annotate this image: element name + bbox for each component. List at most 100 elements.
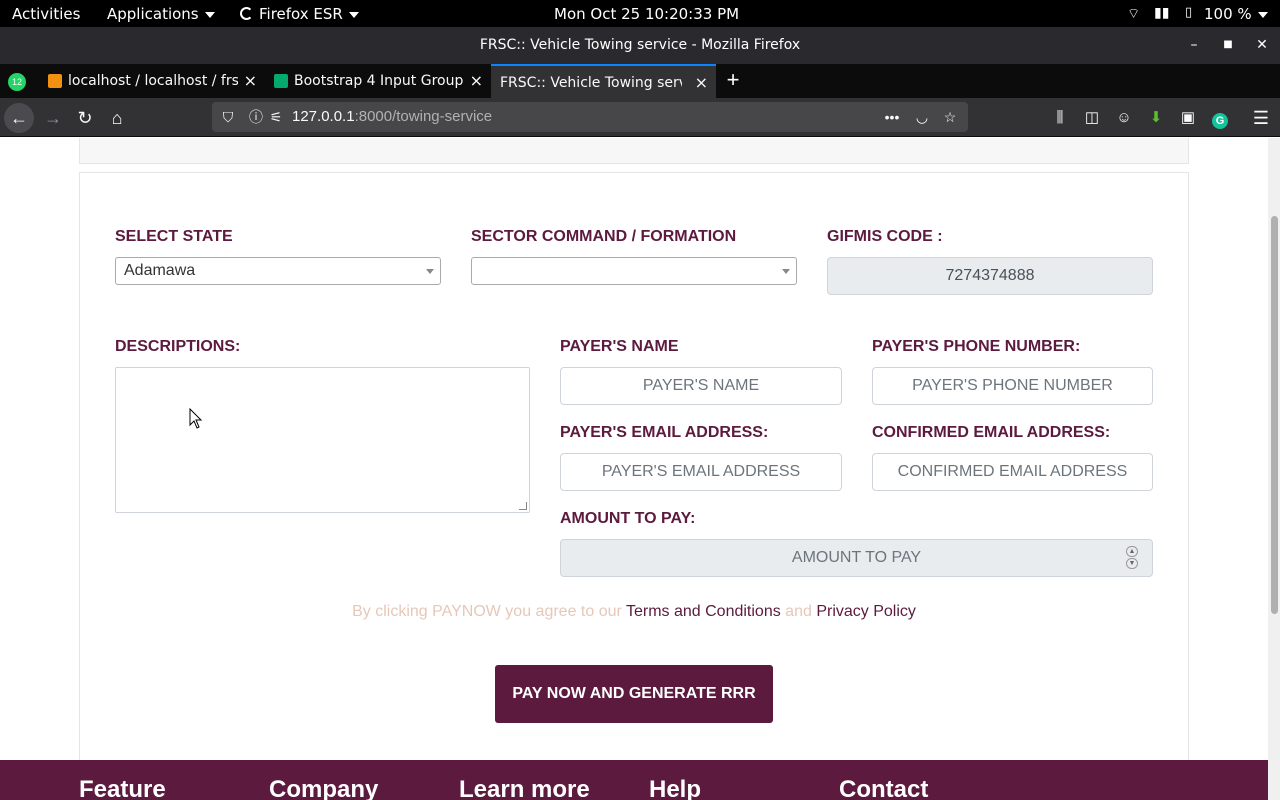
- pay-now-button[interactable]: PAY NOW AND GENERATE RRR: [495, 665, 773, 723]
- sidebar-icon[interactable]: ◫: [1077, 103, 1107, 133]
- footer-heading-learn-more: Learn more: [459, 776, 590, 800]
- state-selected-value: Adamawa: [124, 262, 196, 279]
- payer-phone-input[interactable]: PAYER'S PHONE NUMBER: [872, 367, 1153, 405]
- pocket-icon[interactable]: ◡: [912, 107, 932, 127]
- info-icon[interactable]: ⓘ: [246, 107, 266, 127]
- gifmis-label: GIFMIS CODE :: [827, 228, 943, 245]
- applications-menu[interactable]: Applications: [107, 5, 215, 23]
- chevron-down-icon: [1257, 11, 1268, 18]
- page-scrollbar[interactable]: [1268, 138, 1280, 800]
- amount-input[interactable]: AMOUNT TO PAY ▲ ▼: [560, 539, 1153, 577]
- reload-button[interactable]: ↻: [70, 103, 100, 133]
- address-bar[interactable]: ⛉ ⓘ ⚟ 127.0.0.1:8000/towing-service ••• …: [212, 102, 968, 132]
- terms-and: and: [780, 603, 817, 620]
- confirm-email-label: CONFIRMED EMAIL ADDRESS:: [872, 424, 1111, 441]
- firefox-icon: [240, 7, 253, 20]
- footer-heading-help: Help: [649, 776, 702, 800]
- card-header: [79, 138, 1189, 164]
- amount-placeholder: AMOUNT TO PAY: [791, 549, 922, 566]
- terms-prefix: By clicking PAYNOW you agree to our: [352, 603, 626, 620]
- payer-phone-label: PAYER'S PHONE NUMBER:: [872, 338, 1081, 355]
- descriptions-label: DESCRIPTIONS:: [115, 338, 241, 355]
- chevron-down-icon: [426, 269, 434, 274]
- tab-label: FRSC:: Vehicle Towing service: [500, 75, 682, 91]
- new-tab-button[interactable]: +: [720, 67, 746, 93]
- payer-name-input[interactable]: PAYER'S NAME: [560, 367, 842, 405]
- tab-phpmyadmin[interactable]: localhost / localhost / frsc ×: [40, 64, 265, 98]
- pinned-tab-whatsapp[interactable]: 12: [8, 73, 26, 91]
- wifi-icon[interactable]: ⌔: [1127, 5, 1140, 23]
- chevron-down-icon[interactable]: ▼: [1126, 558, 1138, 569]
- applications-label: Applications: [107, 5, 199, 23]
- close-tab-icon[interactable]: ×: [695, 66, 708, 98]
- state-select[interactable]: Adamawa: [115, 257, 441, 285]
- chevron-down-icon: [204, 11, 215, 18]
- battery-icon[interactable]: ▯: [1185, 5, 1192, 20]
- resize-handle-icon[interactable]: [519, 502, 527, 510]
- confirm-email-input[interactable]: CONFIRMED EMAIL ADDRESS: [872, 453, 1153, 491]
- close-tab-icon[interactable]: ×: [470, 64, 483, 98]
- payer-name-label: PAYER'S NAME: [560, 338, 679, 355]
- clock[interactable]: Mon Oct 25 10:20:33 PM: [554, 5, 739, 23]
- tab-label: Bootstrap 4 Input Groups: [294, 73, 464, 89]
- tab-label: localhost / localhost / frsc: [68, 73, 238, 89]
- amount-label: AMOUNT TO PAY:: [560, 510, 696, 527]
- terms-link[interactable]: Terms and Conditions: [626, 603, 781, 620]
- battery-percentage[interactable]: 100 %: [1204, 5, 1268, 23]
- payer-email-input[interactable]: PAYER'S EMAIL ADDRESS: [560, 453, 842, 491]
- tab-strip: 12 localhost / localhost / frsc × Bootst…: [0, 64, 1280, 98]
- footer-heading-company: Company: [269, 776, 379, 800]
- site-footer: Feature Company Learn more Help Contact: [0, 760, 1268, 800]
- phpmyadmin-icon: [48, 74, 62, 88]
- scrollbar-thumb[interactable]: [1271, 216, 1278, 614]
- extension-icon[interactable]: ▣: [1173, 103, 1203, 133]
- sector-label: SECTOR COMMAND / FORMATION: [471, 228, 737, 245]
- chevron-up-icon[interactable]: ▲: [1126, 546, 1138, 557]
- home-button[interactable]: ⌂: [102, 103, 132, 133]
- window-titlebar: FRSC:: Vehicle Towing service - Mozilla …: [0, 27, 1280, 64]
- url-text[interactable]: 127.0.0.1:8000/towing-service: [292, 108, 492, 125]
- download-icon[interactable]: ⬇: [1141, 103, 1171, 133]
- permissions-icon[interactable]: ⚟: [266, 107, 286, 127]
- terms-notice: By clicking PAYNOW you agree to our Term…: [0, 603, 1268, 621]
- forward-button[interactable]: →: [38, 103, 68, 133]
- tab-towing-service[interactable]: FRSC:: Vehicle Towing service ×: [491, 64, 716, 98]
- state-label: SELECT STATE: [115, 228, 233, 245]
- w3schools-icon: [274, 74, 288, 88]
- number-spinner[interactable]: ▲ ▼: [1126, 546, 1138, 570]
- hamburger-menu-icon[interactable]: ☰: [1246, 103, 1276, 133]
- chevron-down-icon: [348, 11, 359, 18]
- url-path: :8000/towing-service: [354, 108, 493, 125]
- volume-icon[interactable]: ▮▮: [1154, 5, 1169, 21]
- footer-heading-contact: Contact: [839, 776, 929, 800]
- mouse-cursor-icon: [189, 408, 203, 429]
- maximize-icon[interactable]: ■: [1218, 35, 1238, 55]
- close-icon[interactable]: ✕: [1252, 35, 1272, 55]
- gifmis-code-field[interactable]: 7274374888: [827, 257, 1153, 295]
- app-menu-label: Firefox ESR: [259, 5, 343, 23]
- close-tab-icon[interactable]: ×: [244, 64, 257, 98]
- descriptions-textarea[interactable]: [115, 367, 530, 513]
- payer-email-label: PAYER'S EMAIL ADDRESS:: [560, 424, 769, 441]
- chevron-down-icon: [782, 269, 790, 274]
- grammarly-icon[interactable]: G: [1205, 103, 1235, 133]
- battery-label: 100 %: [1204, 5, 1252, 23]
- account-icon[interactable]: ☺: [1109, 103, 1139, 133]
- privacy-link[interactable]: Privacy Policy: [816, 603, 916, 620]
- shield-icon[interactable]: ⛉: [218, 107, 238, 127]
- url-host: 127.0.0.1: [292, 108, 355, 125]
- activities-button[interactable]: Activities: [12, 5, 80, 23]
- minimize-icon[interactable]: –: [1184, 35, 1204, 55]
- system-top-bar: Activities Applications Firefox ESR Mon …: [0, 0, 1280, 27]
- sector-select[interactable]: [471, 257, 797, 285]
- back-button[interactable]: ←: [4, 103, 34, 133]
- page-actions-icon[interactable]: •••: [882, 107, 902, 127]
- window-title: FRSC:: Vehicle Towing service - Mozilla …: [479, 37, 801, 53]
- app-menu[interactable]: Firefox ESR: [240, 5, 359, 23]
- navigation-toolbar: ← → ↻ ⌂ ⛉ ⓘ ⚟ 127.0.0.1:8000/towing-serv…: [0, 98, 1280, 137]
- tab-bootstrap-input-groups[interactable]: Bootstrap 4 Input Groups ×: [266, 64, 491, 98]
- page-content: SELECT STATE Adamawa SECTOR COMMAND / FO…: [0, 138, 1268, 800]
- library-icon[interactable]: ⫼: [1045, 103, 1075, 133]
- bookmark-star-icon[interactable]: ☆: [940, 107, 960, 127]
- footer-heading-feature: Feature: [79, 776, 166, 800]
